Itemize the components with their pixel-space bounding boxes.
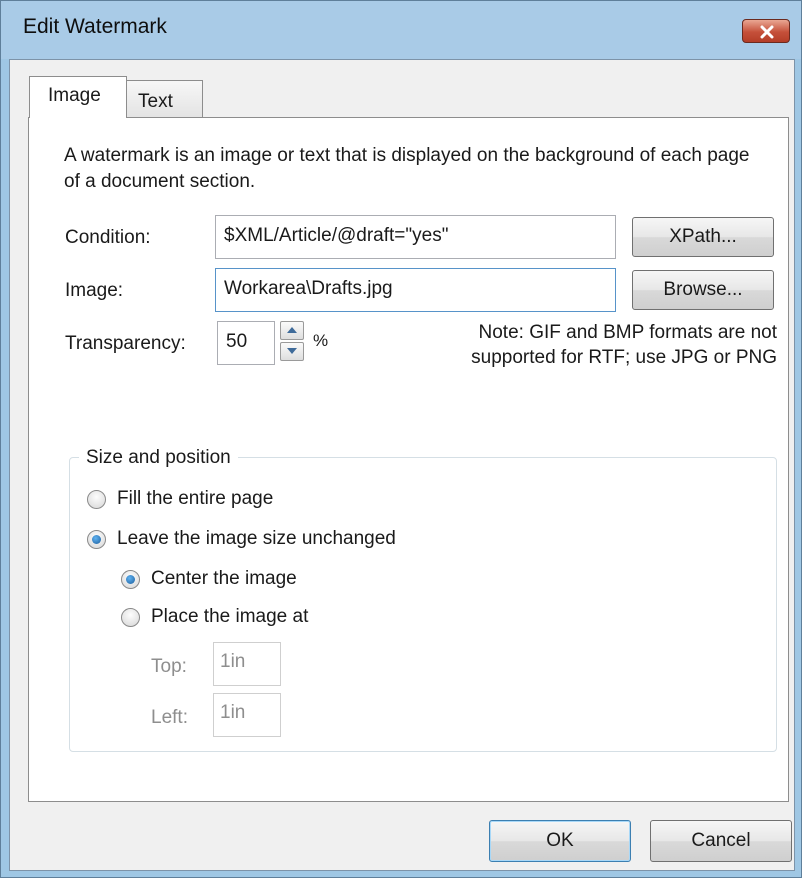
transparency-input[interactable]: 50: [217, 321, 275, 365]
transparency-down-button[interactable]: [280, 342, 304, 361]
format-note-line-1: Note: GIF and BMP formats are not: [478, 322, 778, 343]
leave-unchanged-radio[interactable]: [87, 530, 106, 549]
center-image-label[interactable]: Center the image: [151, 568, 297, 590]
percent-unit: %: [313, 331, 329, 350]
image-path-input[interactable]: Workarea\Drafts.jpg: [215, 268, 616, 312]
top-label: Top:: [151, 656, 187, 677]
dialog-client: Image Text A watermark is an image or te…: [9, 59, 795, 871]
tab-text[interactable]: Text: [126, 80, 203, 118]
tab-image[interactable]: Image: [29, 76, 127, 118]
cancel-button[interactable]: Cancel: [650, 820, 792, 862]
top-input[interactable]: 1in: [213, 642, 281, 686]
close-button[interactable]: [742, 19, 790, 43]
left-input[interactable]: 1in: [213, 693, 281, 737]
place-image-label[interactable]: Place the image at: [151, 606, 308, 628]
image-label: Image:: [65, 280, 124, 301]
condition-input[interactable]: $XML/Article/@draft="yes": [215, 215, 616, 259]
center-image-radio[interactable]: [121, 570, 140, 589]
description: A watermark is an image or text that is …: [64, 145, 750, 192]
leave-unchanged-label[interactable]: Leave the image size unchanged: [117, 528, 396, 550]
tab-text-label: Text: [138, 91, 173, 112]
arrow-down-icon: [287, 348, 297, 354]
xpath-button[interactable]: XPath...: [632, 217, 774, 257]
edit-watermark-dialog: Edit Watermark Image Text A watermark is…: [0, 0, 802, 878]
size-position-title: Size and position: [79, 447, 238, 469]
condition-label: Condition:: [65, 227, 151, 248]
place-image-radio[interactable]: [121, 608, 140, 627]
left-label: Left:: [151, 707, 188, 728]
transparency-label: Transparency:: [65, 333, 186, 354]
arrow-up-icon: [287, 327, 297, 333]
image-tab-panel: A watermark is an image or text that is …: [28, 117, 789, 802]
fill-page-label[interactable]: Fill the entire page: [117, 488, 273, 510]
close-icon: [760, 25, 774, 39]
window-title: Edit Watermark: [23, 15, 167, 38]
format-note: Note: GIF and BMP formats are not suppor…: [419, 320, 777, 370]
title-bar: Edit Watermark: [1, 1, 801, 59]
ok-button[interactable]: OK: [489, 820, 631, 862]
browse-button[interactable]: Browse...: [632, 270, 774, 310]
transparency-up-button[interactable]: [280, 321, 304, 340]
format-note-line-2: supported for RTF; use JPG or PNG: [471, 347, 777, 368]
tab-image-label: Image: [48, 85, 101, 106]
fill-page-radio[interactable]: [87, 490, 106, 509]
